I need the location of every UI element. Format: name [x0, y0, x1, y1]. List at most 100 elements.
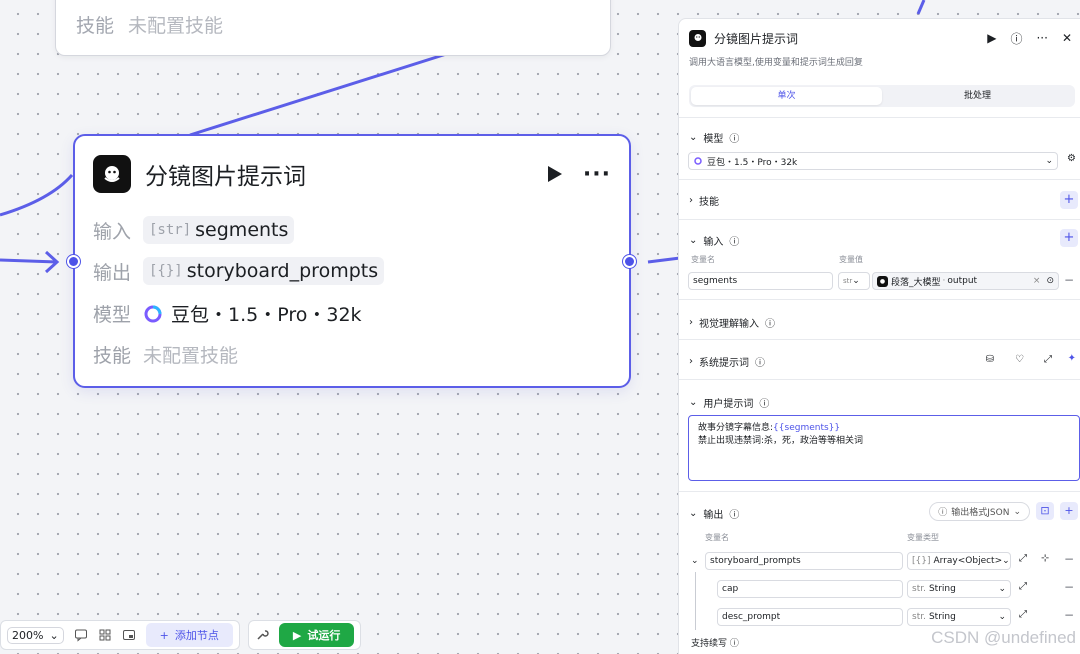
play-icon[interactable]: ▶ [987, 31, 996, 45]
system-prompt-section: › 系统提示词 ⓘ ⛁ ♡ ⤢ ✦ [679, 339, 1080, 379]
play-icon[interactable] [543, 163, 565, 185]
info-icon: ⓘ [729, 510, 740, 521]
chevron-down-icon[interactable]: ⌄ [691, 556, 699, 566]
add-output-button[interactable]: + [1060, 502, 1078, 520]
upstream-node[interactable]: 技能 未配置技能 [55, 0, 611, 56]
clear-icon[interactable]: × [1033, 276, 1041, 286]
user-prompt-label: 用户提示词 [703, 399, 754, 410]
llm-bot-icon [689, 29, 706, 47]
model-section: ⌄ 模型 ⓘ 豆包・1.5・Pro・32k ⌄ ⚙ [679, 117, 1080, 179]
add-input-button[interactable]: + [1060, 229, 1078, 247]
skills-label: 技能 [699, 197, 719, 208]
tab-batch[interactable]: 批处理 [882, 87, 1073, 105]
minimap-icon[interactable] [122, 628, 136, 642]
wrench-icon[interactable] [255, 628, 269, 642]
output-format-select[interactable]: ⓘ 输出格式JSON ⌄ [929, 502, 1030, 521]
output-type-select[interactable]: [{}] Array<Object> ⌄ [907, 552, 1011, 570]
chevron-down-icon: ⌄ [49, 628, 59, 642]
output-type: Array<Object> [933, 556, 1003, 566]
output-name-field[interactable]: desc_prompt [717, 608, 903, 626]
add-node-button[interactable]: + 添加节点 [145, 623, 233, 647]
info-icon: ⓘ [755, 358, 765, 369]
import-icon[interactable]: ⊡ [1036, 502, 1054, 520]
gear-icon[interactable]: ⚙ [1067, 153, 1076, 164]
str-type-icon: str. [912, 612, 926, 622]
model-value: 豆包・1.5・Pro・32k [707, 157, 798, 168]
chevron-down-icon: ⌄ [1013, 506, 1021, 517]
info-icon: ⓘ [729, 134, 740, 145]
workflow-canvas[interactable]: 技能 未配置技能 分镜图片提示词 ··· 输入 [str] segments 输出… [0, 0, 680, 654]
close-icon[interactable]: ✕ [1062, 31, 1072, 45]
prompt-variable: {{segments}} [773, 423, 841, 433]
chevron-right-icon[interactable]: › [689, 195, 693, 206]
view-controls: 200% ⌄ + 添加节点 [0, 620, 240, 650]
model-select[interactable]: 豆包・1.5・Pro・32k ⌄ [688, 152, 1058, 170]
remove-output-icon[interactable]: − [1064, 552, 1074, 566]
remove-output-icon[interactable]: − [1064, 608, 1074, 622]
target-icon[interactable]: ⊙ [1046, 276, 1054, 286]
expand-icon[interactable]: ⤢ [1019, 609, 1027, 620]
user-prompt-editor[interactable]: 故事分镜字幕信息:{{segments}} 禁止出现违禁词:杀，死，政治等等相关… [688, 415, 1080, 481]
input-name-field[interactable]: segments [688, 272, 833, 290]
input-type-select[interactable]: str ⌄ [838, 272, 870, 290]
help-icon[interactable]: ⓘ [1010, 30, 1022, 47]
chevron-down-icon: ⌄ [998, 612, 1006, 622]
array-object-icon: [{}] [149, 263, 183, 279]
info-icon: ⓘ [938, 508, 948, 518]
expand-icon[interactable]: ⤢ [1044, 354, 1052, 365]
remove-input-icon[interactable]: − [1064, 273, 1074, 287]
mode-tabs: 单次 批处理 [689, 85, 1075, 107]
str-type-icon: [str] [149, 222, 192, 238]
chevron-down-icon[interactable]: ⌄ [689, 132, 697, 143]
col-var-name: 变量名 [691, 255, 715, 264]
input-pill: [str] segments [143, 216, 295, 244]
test-run-button[interactable]: ▶ 试运行 [278, 623, 355, 647]
expand-icon[interactable]: ⤢ [1019, 553, 1027, 564]
output-name-field[interactable]: storyboard_prompts [705, 552, 903, 570]
bulb-icon[interactable]: ♡ [1015, 354, 1024, 365]
output-type-select[interactable]: str. String ⌄ [907, 580, 1011, 598]
node-model-row: 模型 豆包・1.5・Pro・32k [93, 300, 362, 327]
comment-icon[interactable] [74, 628, 88, 642]
chevron-right-icon[interactable]: › [689, 317, 693, 328]
panel-title: 分镜图片提示词 [714, 31, 799, 46]
output-format-value: 输出格式JSON [951, 508, 1010, 518]
chevron-right-icon[interactable]: › [689, 356, 693, 367]
add-skill-button[interactable]: + [1060, 191, 1078, 209]
prompt-line2: 禁止出现违禁词:杀，死，政治等等相关词 [698, 436, 864, 446]
system-prompt-label: 系统提示词 [699, 358, 749, 369]
remove-output-icon[interactable]: − [1064, 580, 1074, 594]
llm-bot-icon: ● [877, 275, 888, 287]
ai-sparkle-icon[interactable]: ✦ [1068, 353, 1076, 364]
inputs-label: 输入 [703, 237, 724, 248]
input-var: segments [195, 219, 289, 241]
node-output-row: 输出 [{}] storyboard_prompts [93, 257, 385, 285]
layout-icon[interactable] [98, 628, 112, 642]
output-type-select[interactable]: str. String ⌄ [907, 608, 1011, 626]
output-var: storyboard_prompts [186, 260, 379, 282]
input-port[interactable] [67, 255, 80, 268]
more-icon[interactable]: ··· [1036, 31, 1047, 45]
chevron-down-icon[interactable]: ⌄ [689, 235, 697, 246]
chevron-down-icon[interactable]: ⌄ [689, 397, 697, 408]
output-port[interactable] [623, 255, 636, 268]
col-var-value: 变量值 [839, 255, 863, 264]
output-type: String [928, 584, 956, 594]
chevron-down-icon: ⌄ [998, 584, 1006, 594]
llm-node-storyboard[interactable]: 分镜图片提示词 ··· 输入 [str] segments 输出 [{}] stor… [73, 134, 631, 388]
more-icon[interactable]: ··· [583, 162, 611, 187]
zoom-select[interactable]: 200% ⌄ [7, 626, 64, 644]
run-controls: ▶ 试运行 [247, 620, 362, 650]
input-ref-field[interactable]: ● 段落_大模型 · output × ⊙ [872, 272, 1059, 290]
bottom-toolbar: 200% ⌄ + 添加节点 ▶ 试运行 [0, 620, 362, 650]
ref-source: 段落_大模型 [891, 277, 941, 288]
tab-single[interactable]: 单次 [691, 87, 882, 105]
output-name-field[interactable]: cap [717, 580, 903, 598]
inputs-section: ⌄ 输入 ⓘ + 变量名 变量值 segments str ⌄ ● 段落_大模型 · … [679, 219, 1080, 299]
chevron-down-icon[interactable]: ⌄ [689, 508, 697, 519]
col-var-name: 变量名 [705, 533, 729, 542]
zoom-value: 200% [12, 628, 44, 642]
library-icon[interactable]: ⛁ [986, 354, 994, 365]
expand-icon[interactable]: ⤢ [1019, 581, 1027, 592]
add-child-icon[interactable]: ⊹ [1041, 553, 1049, 564]
